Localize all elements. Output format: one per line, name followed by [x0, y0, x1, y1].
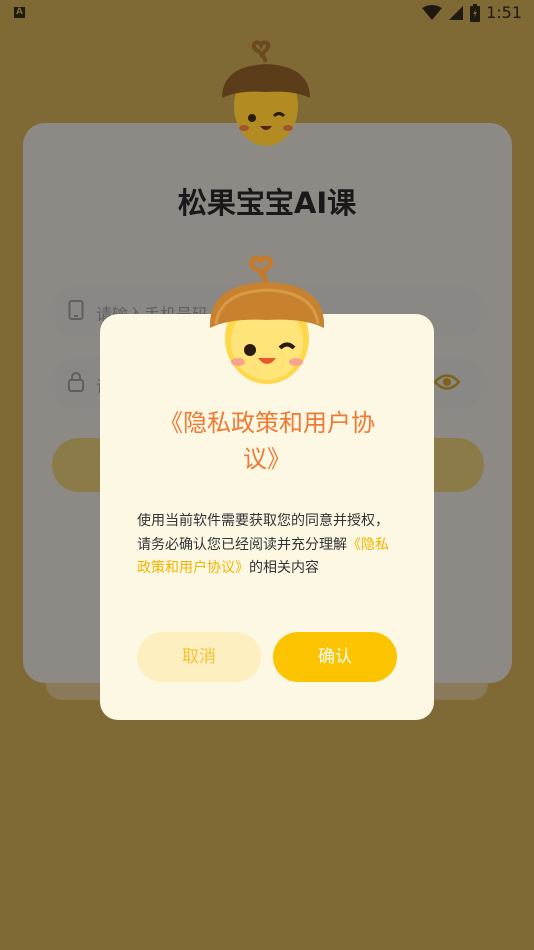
wifi-icon [422, 4, 443, 20]
notification-a-icon: A [14, 7, 25, 18]
confirm-button[interactable]: 确认 [273, 632, 397, 682]
acorn-mascot-icon [209, 255, 325, 384]
dialog-title-line1: 《隐私政策和用户协 [159, 409, 375, 437]
cancel-button[interactable]: 取消 [137, 632, 261, 682]
dialog-title: 《隐私政策和用户协 议》 [100, 405, 434, 477]
eye-icon[interactable] [434, 373, 460, 391]
lock-icon [68, 372, 84, 392]
phone-icon [68, 300, 84, 320]
clock: 1:51 [486, 3, 522, 22]
dialog-body-suffix: 的相关内容 [249, 560, 319, 576]
battery-icon [470, 3, 481, 22]
dialog-title-line2: 议》 [243, 445, 291, 473]
signal-icon [449, 5, 464, 20]
status-right: 1:51 [422, 3, 522, 22]
dialog-body: 使用当前软件需要获取您的同意并授权，请务必确认您已经阅读并充分理解《隐私政策和用… [137, 510, 399, 581]
status-bar: A 1:51 [0, 0, 534, 28]
acorn-mascot-logo [222, 40, 310, 146]
app-title: 松果宝宝AI课 [177, 186, 357, 220]
